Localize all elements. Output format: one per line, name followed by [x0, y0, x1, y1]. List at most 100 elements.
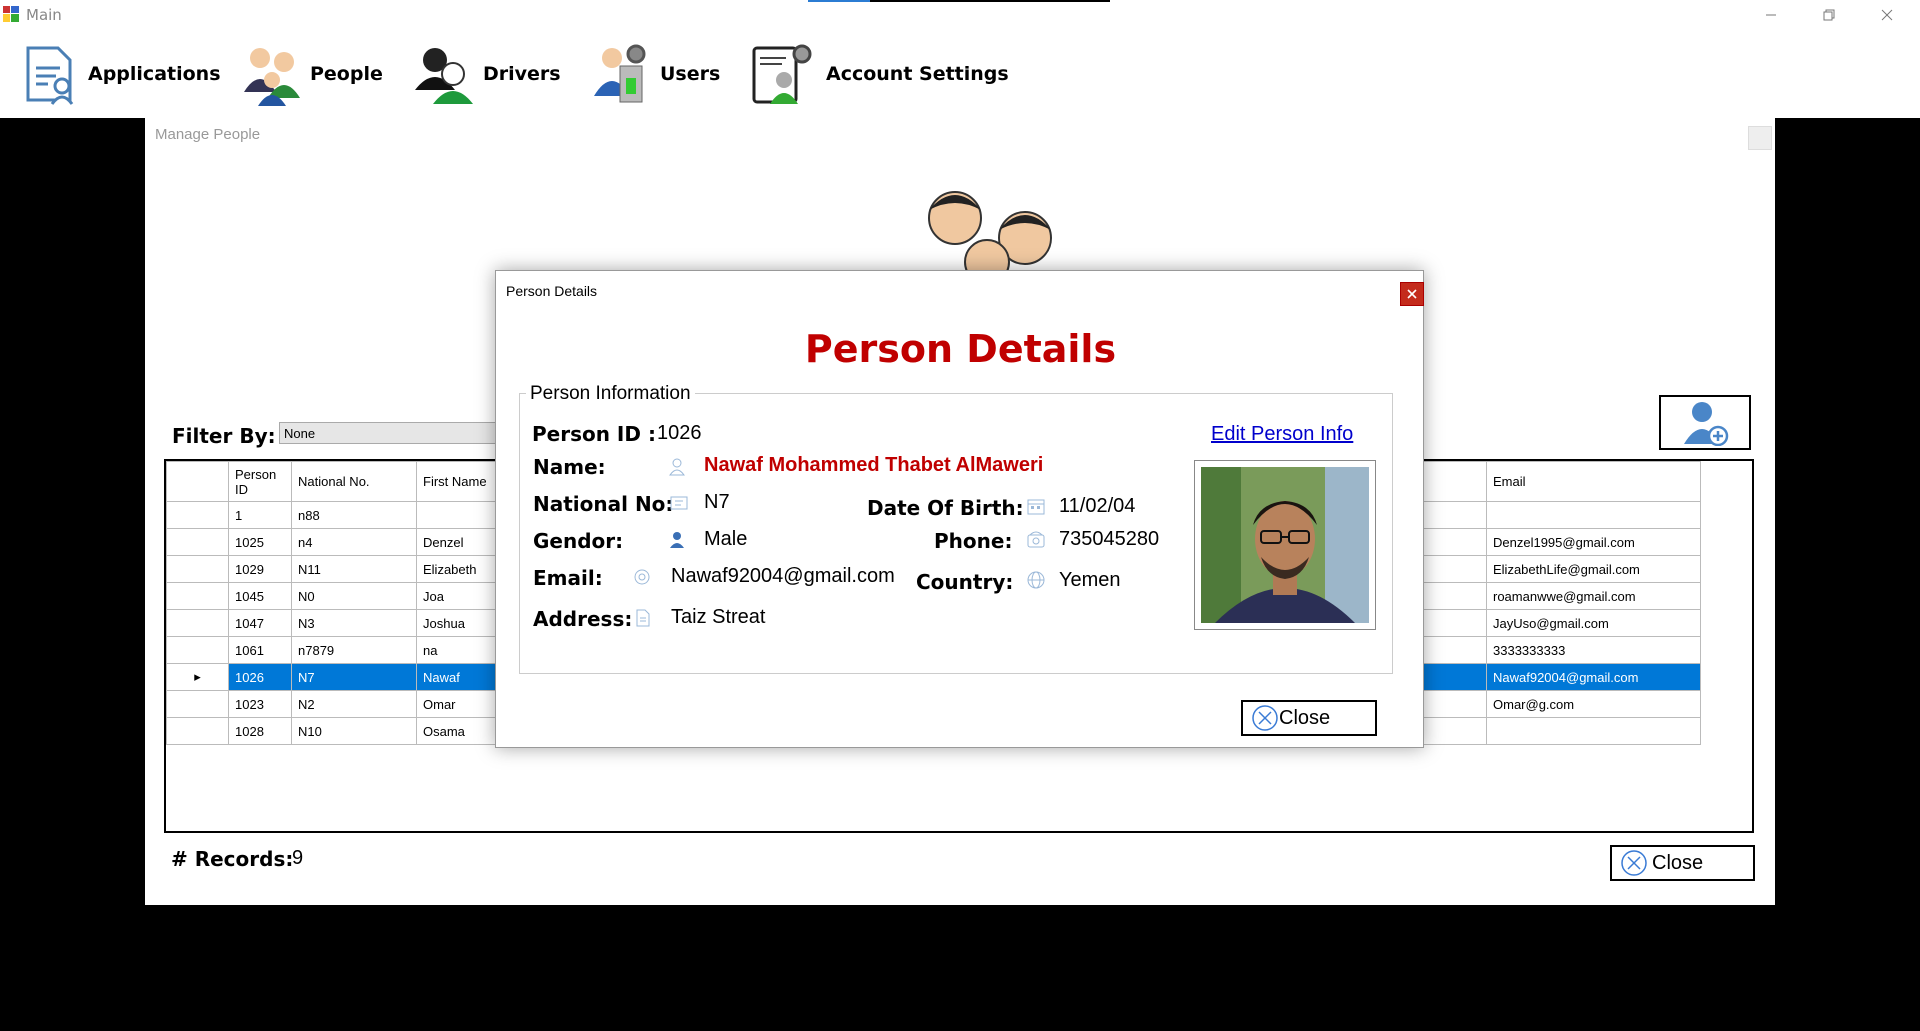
cell-national-no: N0	[291, 582, 417, 610]
cell-first-name	[416, 501, 497, 529]
date-of-birth-label: Date Of Birth:	[867, 496, 1024, 520]
cell-national-no: N11	[291, 555, 417, 583]
manage-people-close-button[interactable]	[1748, 126, 1772, 150]
manage-people-title: Manage People	[155, 126, 261, 143]
cell-first-name: Nawaf	[416, 663, 497, 691]
name-label: Name:	[533, 455, 606, 479]
cell-email	[1486, 717, 1701, 745]
dialog-close-x-button[interactable]	[1400, 282, 1424, 306]
account-settings-icon	[752, 44, 812, 104]
email-at-icon	[634, 569, 650, 585]
filter-by-label: Filter By:	[172, 424, 276, 448]
row-header[interactable]	[166, 501, 229, 529]
add-person-button[interactable]	[1659, 395, 1751, 450]
row-header-corner	[166, 461, 229, 502]
gender-label: Gendor:	[533, 529, 624, 553]
country-label: Country:	[916, 570, 1014, 594]
cell-email: Denzel1995@gmail.com	[1486, 528, 1701, 556]
cell-first-name: na	[416, 636, 497, 664]
title-bar: Main	[0, 0, 1920, 29]
person-information-group: Person Information Person ID : 1026 Edit…	[519, 383, 1393, 674]
menu-strip: Applications People Drivers Users Accoun…	[0, 29, 1920, 118]
manage-close-button[interactable]: Close	[1610, 845, 1755, 881]
filter-by-select[interactable]: None	[279, 422, 497, 444]
row-header[interactable]: ▸	[166, 663, 229, 691]
cell-email: JayUso@gmail.com	[1486, 609, 1701, 637]
menu-applications[interactable]: Applications	[18, 29, 221, 118]
group-title: Person Information	[526, 383, 695, 405]
menu-drivers-label: Drivers	[483, 62, 561, 85]
applications-icon	[26, 46, 74, 105]
person-photo	[1194, 460, 1376, 630]
cell-person-id: 1025	[228, 528, 292, 556]
col-email[interactable]: Email	[1486, 461, 1701, 502]
menu-drivers[interactable]: Drivers	[413, 29, 561, 118]
people-icon	[244, 47, 300, 106]
row-header[interactable]	[166, 555, 229, 583]
close-window-button[interactable]	[1864, 0, 1910, 29]
calendar-icon	[1027, 499, 1045, 515]
address-label: Address:	[533, 607, 633, 631]
app-icon	[3, 6, 19, 22]
phone-icon	[1027, 531, 1045, 548]
dialog-close-label: Close	[1279, 706, 1331, 729]
cell-email: roamanwwe@gmail.com	[1486, 582, 1701, 610]
cell-person-id: 1	[228, 501, 292, 529]
gender-value: Male	[704, 528, 748, 550]
cell-national-no: N3	[291, 609, 417, 637]
phone-value: 735045280	[1059, 528, 1160, 550]
cell-first-name: Denzel	[416, 528, 497, 556]
cell-email: 3333333333	[1486, 636, 1701, 664]
edit-person-info-link[interactable]: Edit Person Info	[1211, 423, 1353, 446]
col-first-name[interactable]: First Name	[416, 461, 497, 502]
cell-first-name: Joa	[416, 582, 497, 610]
cell-email: Nawaf92004@gmail.com	[1486, 663, 1701, 691]
menu-users[interactable]: Users	[590, 29, 720, 118]
menu-people[interactable]: People	[240, 29, 383, 118]
person-photo-image	[1201, 467, 1369, 623]
row-header[interactable]	[166, 717, 229, 745]
id-card-icon	[670, 496, 688, 510]
dialog-close-button[interactable]: Close	[1241, 700, 1377, 736]
email-label: Email:	[533, 566, 603, 590]
users-icon	[594, 44, 646, 102]
person-id-value: 1026	[657, 422, 702, 444]
close-circle-icon	[1621, 850, 1647, 876]
cell-national-no: N2	[291, 690, 417, 718]
row-header[interactable]	[166, 690, 229, 718]
col-national-no[interactable]: National No.	[291, 461, 417, 502]
address-document-icon	[636, 609, 650, 627]
national-no-label: National No:	[533, 492, 674, 516]
manage-close-label: Close	[1652, 851, 1704, 874]
cell-person-id: 1045	[228, 582, 292, 610]
close-icon	[1407, 289, 1417, 299]
name-value: Nawaf Mohammed Thabet AlMaweri	[704, 454, 1044, 476]
cell-person-id: 1061	[228, 636, 292, 664]
cell-national-no: n88	[291, 501, 417, 529]
cell-person-id: 1029	[228, 555, 292, 583]
minimize-button[interactable]	[1748, 0, 1794, 29]
records-count: 9	[292, 847, 304, 869]
row-header[interactable]	[166, 582, 229, 610]
row-header[interactable]	[166, 528, 229, 556]
cell-person-id: 1028	[228, 717, 292, 745]
cell-email	[1486, 501, 1701, 529]
cell-national-no: n7879	[291, 636, 417, 664]
col-person-id[interactable]: Person ID	[228, 461, 292, 502]
gender-male-icon	[670, 532, 684, 548]
cell-email: ElizabethLife@gmail.com	[1486, 555, 1701, 583]
restore-icon	[1823, 9, 1835, 20]
cell-person-id: 1047	[228, 609, 292, 637]
minimize-icon	[1766, 14, 1776, 15]
row-header[interactable]	[166, 636, 229, 664]
address-value: Taiz Streat	[671, 606, 766, 628]
title-accent-highlight	[808, 0, 870, 2]
add-person-icon	[1684, 401, 1729, 446]
dialog-window-title: Person Details	[506, 283, 598, 299]
row-header[interactable]	[166, 609, 229, 637]
restore-button[interactable]	[1806, 0, 1852, 29]
cell-person-id: 1023	[228, 690, 292, 718]
menu-account-settings[interactable]: Account Settings	[750, 29, 1009, 118]
close-circle-icon	[1252, 705, 1278, 731]
menu-account-settings-label: Account Settings	[826, 62, 1009, 85]
